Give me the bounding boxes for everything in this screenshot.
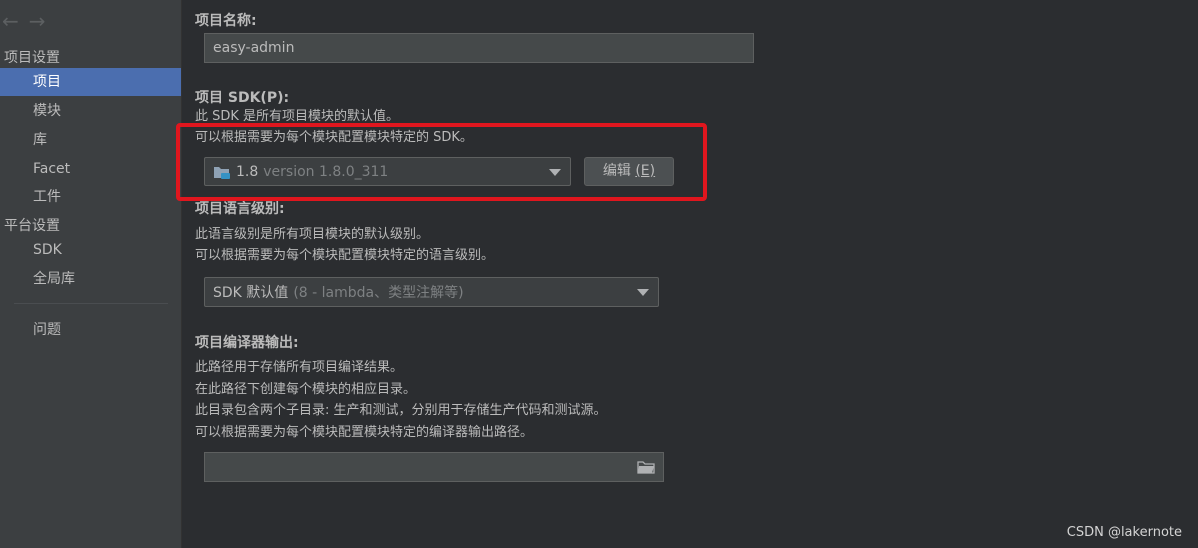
settings-sidebar: ← → 项目设置 项目 模块 库 Facet 工件 平台设置 SDK 全局库 问… (0, 0, 182, 548)
compiler-output-desc-line1: 此路径用于存储所有项目编译结果。 (195, 360, 404, 375)
compiler-output-desc-line3: 此目录包含两个子目录: 生产和测试，分别用于存储生产代码和测试源。 (195, 403, 607, 418)
sidebar-item-libraries[interactable]: 库 (0, 126, 181, 154)
sdk-label: 项目 SDK(P): (195, 90, 290, 106)
language-level-combo-detail: (8 - lambda、类型注解等) (293, 285, 464, 301)
back-arrow-icon[interactable]: ← (2, 8, 19, 34)
compiler-output-path-field[interactable] (204, 452, 664, 482)
project-name-field[interactable]: easy-admin (204, 33, 754, 63)
sidebar-item-artifacts[interactable]: 工件 (0, 183, 181, 211)
project-name-value: easy-admin (213, 40, 295, 56)
language-level-combo-main: SDK 默认值 (213, 285, 289, 301)
compiler-output-desc-line4: 可以根据需要为每个模块配置模块特定的编译器输出路径。 (195, 425, 534, 440)
sidebar-item-global-libraries[interactable]: 全局库 (0, 265, 181, 293)
nav-arrows: ← → (2, 8, 46, 34)
sidebar-item-facet[interactable]: Facet (0, 155, 181, 183)
chevron-down-icon (637, 289, 649, 296)
red-highlight-box (176, 123, 707, 201)
compiler-output-label: 项目编译器输出: (195, 335, 299, 351)
sidebar-item-project[interactable]: 项目 (0, 68, 181, 96)
forward-arrow-icon[interactable]: → (29, 8, 46, 34)
language-level-desc-line1: 此语言级别是所有项目模块的默认级别。 (195, 227, 430, 242)
sidebar-divider (14, 303, 168, 304)
sidebar-item-problems[interactable]: 问题 (0, 316, 181, 344)
project-name-label: 项目名称: (195, 13, 257, 29)
language-level-combo[interactable]: SDK 默认值 (8 - lambda、类型注解等) (204, 277, 659, 307)
sidebar-item-sdk[interactable]: SDK (0, 236, 181, 264)
csdn-watermark: CSDN @lakernote (1066, 525, 1182, 540)
language-level-label: 项目语言级别: (195, 201, 285, 217)
project-settings-header: 项目设置 (4, 50, 60, 66)
platform-settings-header: 平台设置 (4, 218, 60, 234)
language-level-desc-line2: 可以根据需要为每个模块配置模块特定的语言级别。 (195, 248, 495, 263)
project-settings-panel: 项目名称: easy-admin 项目 SDK(P): 此 SDK 是所有项目模… (182, 0, 1198, 548)
browse-folder-icon[interactable] (637, 460, 655, 474)
compiler-output-desc-line2: 在此路径下创建每个模块的相应目录。 (195, 382, 417, 397)
sidebar-item-modules[interactable]: 模块 (0, 97, 181, 125)
